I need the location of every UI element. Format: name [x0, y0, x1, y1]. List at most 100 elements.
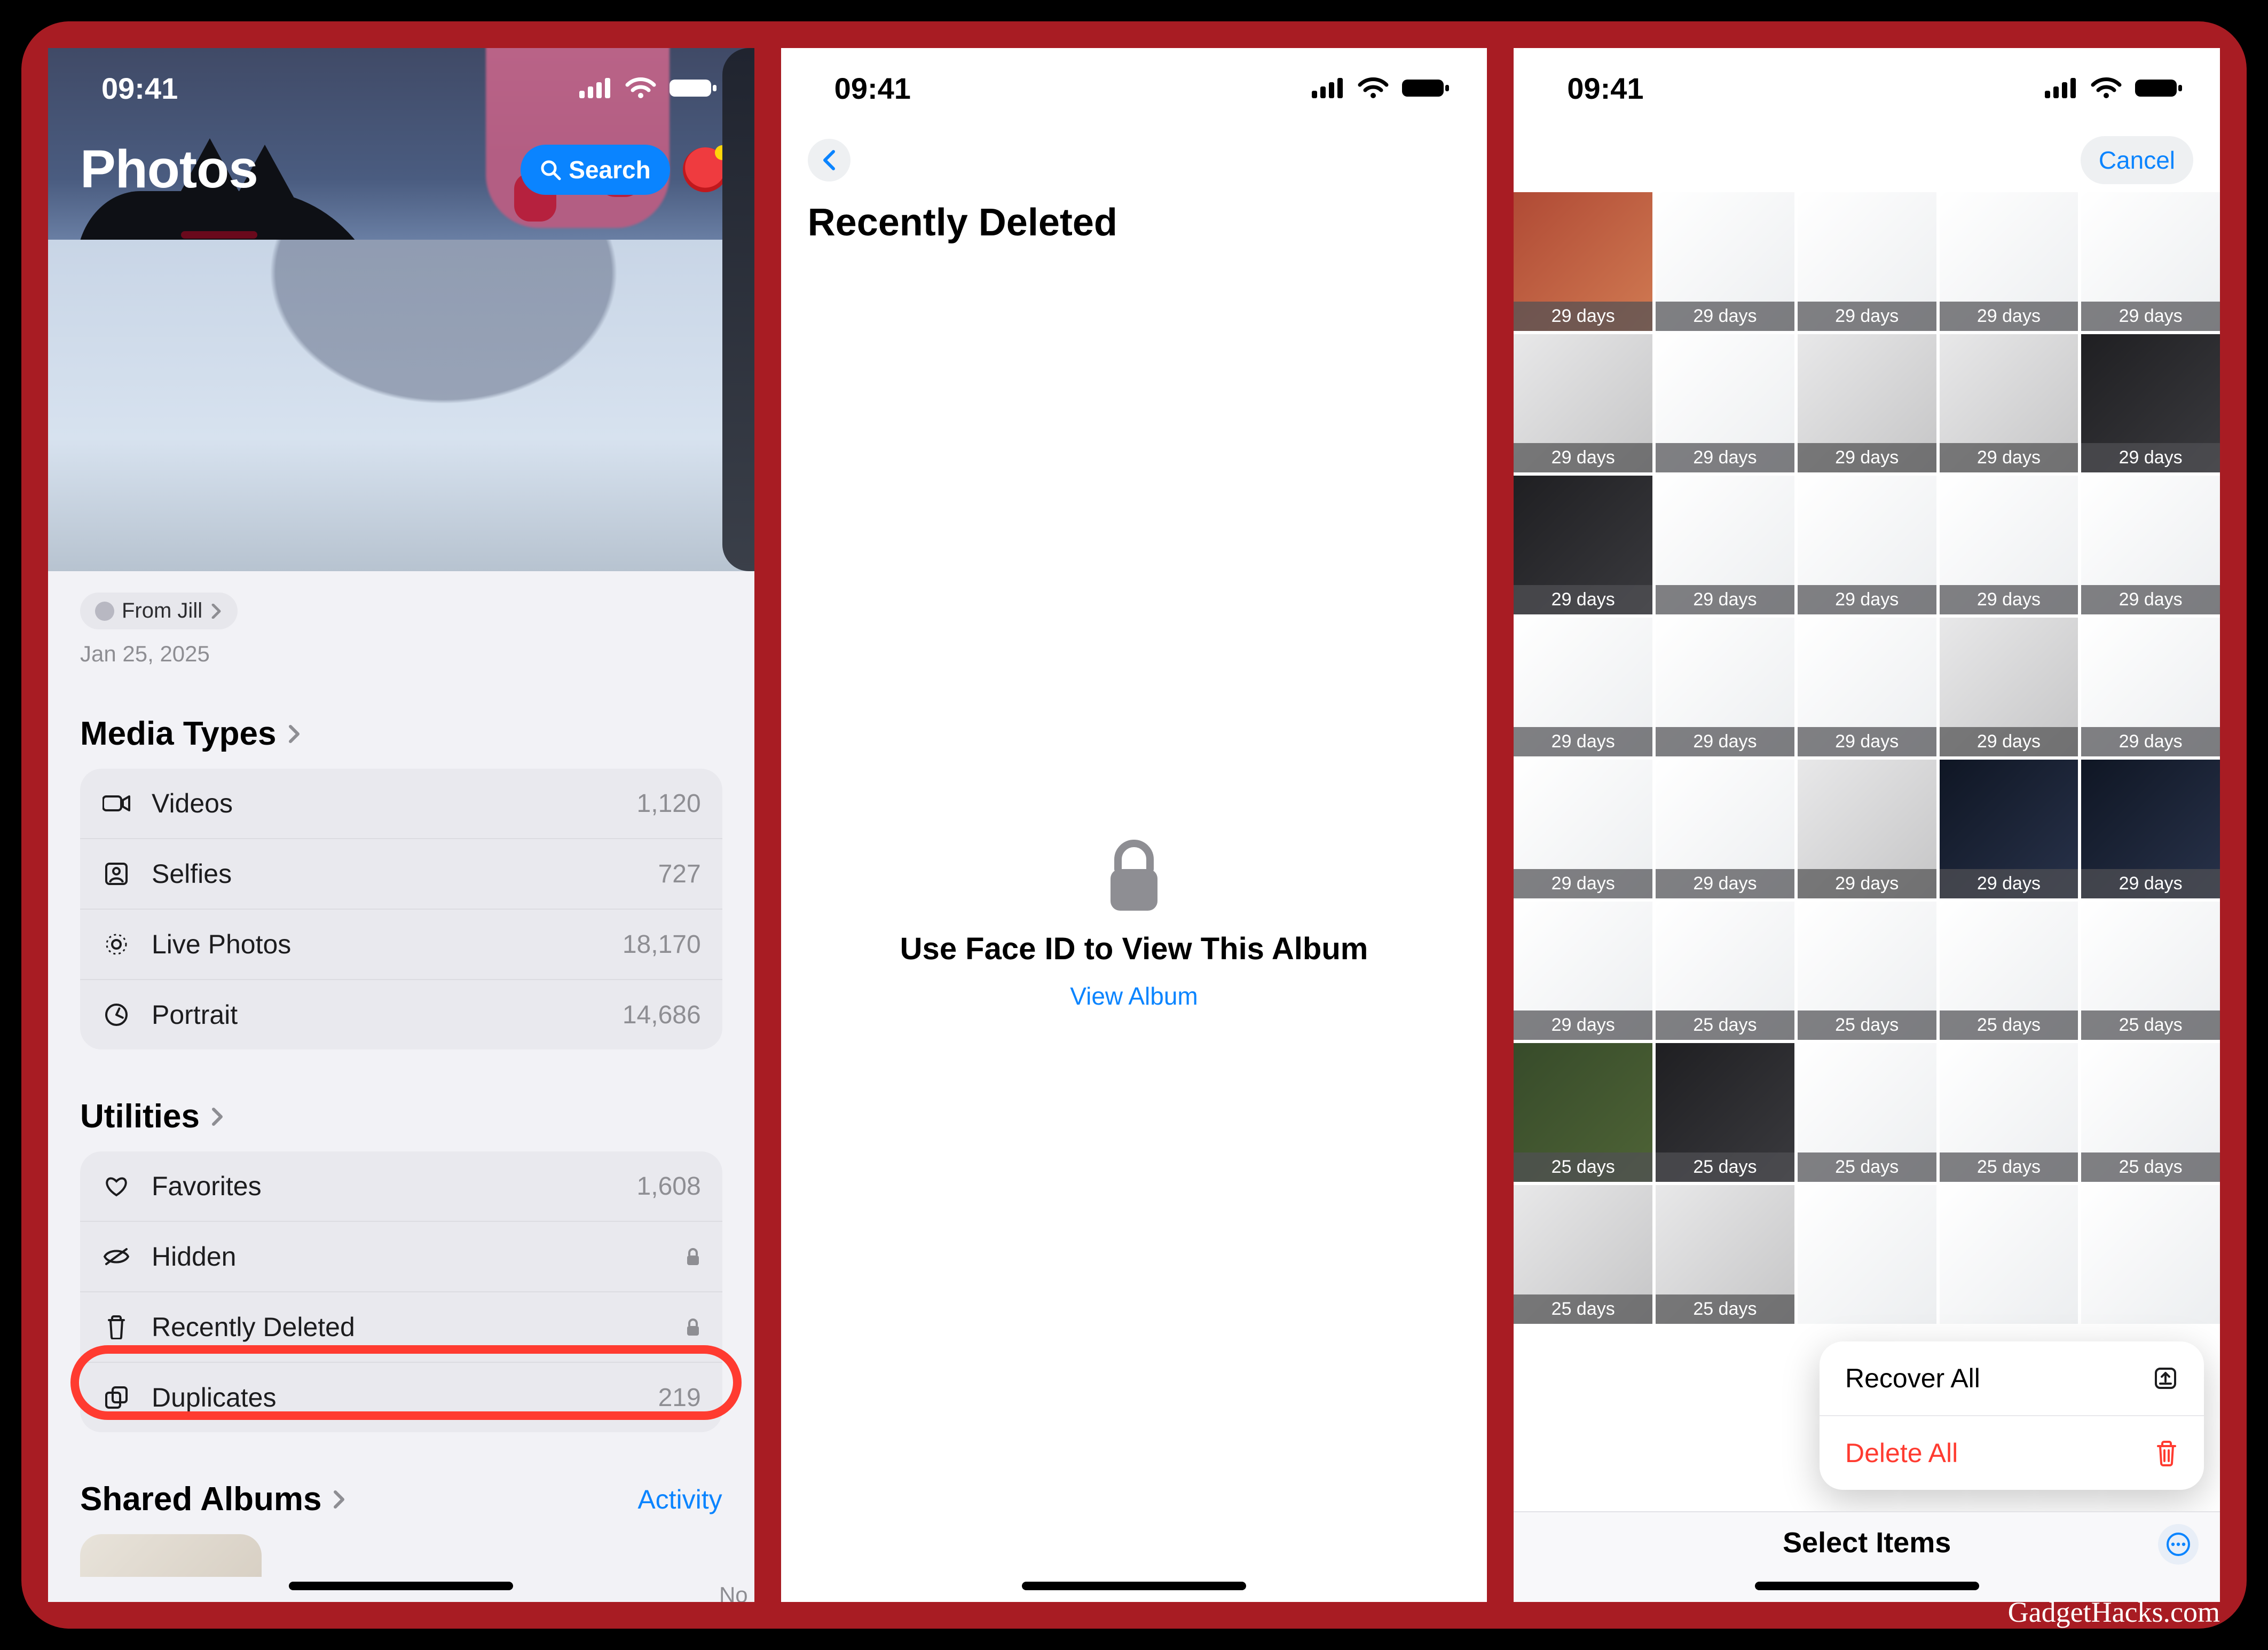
days-remaining-label: 29 days — [1514, 585, 1652, 614]
view-album-link[interactable]: View Album — [1070, 982, 1198, 1010]
nav-bar — [781, 128, 1487, 192]
days-remaining-label: 29 days — [1940, 869, 2078, 898]
photo-thumbnail[interactable]: 29 days — [1656, 192, 1794, 331]
menu-label: Recover All — [1845, 1363, 1980, 1394]
bottom-toolbar: Select Items — [1514, 1511, 2220, 1602]
row-selfies[interactable]: Selfies 727 — [80, 838, 722, 909]
portrait-icon — [101, 1002, 131, 1027]
home-indicator[interactable] — [1755, 1582, 1979, 1590]
photo-thumbnail[interactable]: 29 days — [1798, 334, 1936, 473]
row-live-photos[interactable]: Live Photos 18,170 — [80, 909, 722, 979]
photo-thumbnail[interactable]: 29 days — [1940, 618, 2078, 756]
photo-thumbnail[interactable]: 29 days — [1798, 192, 1936, 331]
photo-thumbnail[interactable]: 25 days — [1514, 1185, 1652, 1324]
days-remaining-label: 29 days — [1798, 585, 1936, 614]
photo-thumbnail[interactable]: 29 days — [1514, 192, 1652, 331]
photo-thumbnail[interactable]: 29 days — [1656, 760, 1794, 898]
photo-thumbnail[interactable]: 29 days — [1940, 760, 2078, 898]
next-featured-peek[interactable] — [722, 48, 754, 571]
cellular-icon — [579, 78, 612, 98]
back-button[interactable] — [808, 139, 850, 181]
photo-thumbnail[interactable]: 29 days — [1798, 618, 1936, 756]
section-shared-albums[interactable]: Shared Albums Activity — [80, 1480, 722, 1518]
row-recently-deleted[interactable]: Recently Deleted — [80, 1291, 722, 1362]
row-duplicates[interactable]: Duplicates 219 — [80, 1362, 722, 1432]
photo-thumbnail[interactable]: 29 days — [1656, 334, 1794, 473]
search-icon — [540, 159, 561, 180]
photo-thumbnail[interactable]: 25 days — [1798, 1043, 1936, 1182]
photo-thumbnail[interactable]: 25 days — [1656, 1043, 1794, 1182]
days-remaining-label: 25 days — [1656, 1010, 1794, 1040]
search-button[interactable]: Search — [521, 145, 670, 195]
row-videos[interactable]: Videos 1,120 — [80, 769, 722, 838]
photo-thumbnail[interactable]: 29 days — [2081, 760, 2220, 898]
home-indicator[interactable] — [289, 1582, 513, 1590]
days-remaining-label: 25 days — [2081, 1010, 2220, 1040]
row-hidden[interactable]: Hidden — [80, 1221, 722, 1291]
from-pill[interactable]: From Jill — [80, 593, 238, 629]
section-media-types[interactable]: Media Types — [80, 715, 722, 753]
lock-icon — [1102, 836, 1166, 916]
photo-thumbnail[interactable]: 29 days — [2081, 192, 2220, 331]
photo-thumbnail[interactable]: 29 days — [1940, 192, 2078, 331]
section-utilities[interactable]: Utilities — [80, 1098, 722, 1135]
chevron-right-icon — [210, 604, 223, 619]
battery-icon — [2135, 77, 2183, 99]
photo-thumbnail[interactable]: 29 days — [1514, 334, 1652, 473]
photo-thumbnail[interactable]: 29 days — [1940, 334, 2078, 473]
row-portrait[interactable]: Portrait 14,686 — [80, 979, 722, 1049]
photo-thumbnail[interactable]: 25 days — [1940, 902, 2078, 1040]
photo-thumbnail[interactable]: 25 days — [1514, 1043, 1652, 1182]
photo-thumbnail[interactable]: 29 days — [1798, 476, 1936, 614]
select-items-label: Select Items — [1783, 1527, 1951, 1559]
cancel-button[interactable]: Cancel — [2081, 136, 2193, 184]
photo-thumbnail[interactable]: 29 days — [1940, 476, 2078, 614]
row-label: Selfies — [152, 858, 638, 889]
wifi-icon — [2091, 77, 2122, 99]
status-bar: 09:41 — [781, 48, 1487, 128]
photo-thumbnail[interactable]: 25 days — [1656, 1185, 1794, 1324]
photo-thumbnail[interactable]: 29 days — [2081, 476, 2220, 614]
photo-thumbnail[interactable]: 25 days — [1656, 902, 1794, 1040]
days-remaining-label: 25 days — [1514, 1294, 1652, 1324]
photo-thumbnail[interactable]: 25 days — [1940, 1043, 2078, 1182]
more-button[interactable] — [2158, 1524, 2199, 1565]
photo-thumbnail[interactable]: 25 days — [2081, 1043, 2220, 1182]
activity-link[interactable]: Activity — [637, 1484, 722, 1515]
recover-icon — [2153, 1365, 2178, 1391]
row-count: 18,170 — [623, 930, 701, 959]
row-label: Recently Deleted — [152, 1312, 665, 1343]
photo-thumbnail[interactable]: 29 days — [1514, 760, 1652, 898]
days-remaining-label: 25 days — [1656, 1152, 1794, 1182]
pill-avatar-icon — [95, 602, 114, 621]
status-bar: 09:41 — [48, 48, 754, 128]
photo-thumbnail[interactable]: 29 days — [1656, 618, 1794, 756]
row-label: Live Photos — [152, 929, 602, 960]
row-label: Favorites — [152, 1171, 617, 1202]
profile-avatar[interactable] — [683, 147, 728, 192]
days-remaining-label: 29 days — [1514, 869, 1652, 898]
home-indicator[interactable] — [1022, 1582, 1246, 1590]
photo-thumbnail[interactable]: 25 days — [1798, 902, 1936, 1040]
row-favorites[interactable]: Favorites 1,608 — [80, 1151, 722, 1221]
hero-area: 09:41 Photos — [48, 48, 754, 571]
shared-album-peek[interactable] — [80, 1534, 262, 1577]
menu-delete-all[interactable]: Delete All — [1820, 1415, 2204, 1490]
menu-label: Delete All — [1845, 1438, 1958, 1469]
photo-thumbnail[interactable]: 29 days — [2081, 334, 2220, 473]
photo-thumbnail[interactable] — [1940, 1185, 2078, 1324]
row-count: 219 — [658, 1383, 701, 1412]
status-time: 09:41 — [101, 71, 178, 106]
photo-thumbnail[interactable]: 29 days — [1656, 476, 1794, 614]
photo-thumbnail[interactable]: 25 days — [2081, 902, 2220, 1040]
menu-recover-all[interactable]: Recover All — [1820, 1341, 2204, 1415]
heart-icon — [101, 1175, 131, 1197]
photo-thumbnail[interactable]: 29 days — [1798, 760, 1936, 898]
photo-thumbnail[interactable] — [2081, 1185, 2220, 1324]
photo-thumbnail[interactable]: 29 days — [2081, 618, 2220, 756]
photo-thumbnail[interactable]: 29 days — [1514, 476, 1652, 614]
photo-thumbnail[interactable] — [1798, 1185, 1936, 1324]
photo-thumbnail[interactable]: 29 days — [1514, 618, 1652, 756]
days-remaining-label: 29 days — [1940, 443, 2078, 472]
photo-thumbnail[interactable]: 29 days — [1514, 902, 1652, 1040]
